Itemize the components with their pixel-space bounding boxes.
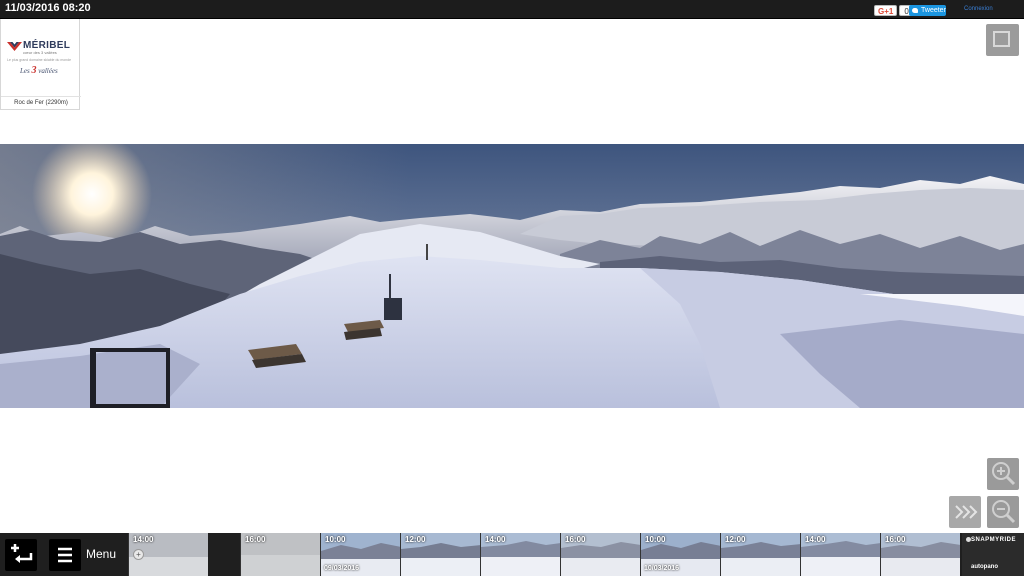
thumbnail-time: 14:00: [805, 535, 826, 544]
thumbnail-strip[interactable]: 14:00 16:00 10:00 09/03/2016 12:00 14:00…: [128, 533, 961, 576]
zoom-out-button[interactable]: [987, 496, 1019, 528]
thumbnail-time: 14:00: [133, 535, 154, 544]
menu-button[interactable]: [49, 539, 81, 571]
thumbnail-item[interactable]: 16:00: [240, 533, 320, 576]
three-valleys-number: 3: [31, 65, 37, 76]
thumbnail-time: 12:00: [405, 535, 426, 544]
top-bar: 11/03/2016 08:20 G+1 0 Tweeter Connexion: [0, 0, 1024, 19]
add-share-icon: [11, 544, 33, 563]
webcam-panorama[interactable]: [0, 144, 1024, 408]
twitter-bird-icon: [912, 8, 918, 13]
thumbnail-item[interactable]: 16:00: [560, 533, 640, 576]
zoom-in-icon: [992, 462, 1016, 486]
three-valleys-prefix: Les: [20, 67, 30, 75]
tweet-label: Tweeter: [921, 7, 946, 14]
thumbnail-time: 14:00: [485, 535, 506, 544]
thumbnail-time: 10:00: [325, 535, 346, 544]
google-plus-button[interactable]: G+1 0: [874, 5, 914, 16]
thumbnail-item[interactable]: 16:00: [880, 533, 960, 576]
meribel-logo-icon: [7, 42, 22, 51]
thumbnail-time: 16:00: [885, 535, 906, 544]
fullscreen-icon: [993, 31, 1010, 47]
add-share-button[interactable]: [5, 539, 37, 571]
thumbnail-item[interactable]: 14:00: [800, 533, 880, 576]
bottom-timeline-bar: Menu 14:00 16:00 10:00 09/03/2016 12:00 …: [0, 533, 1024, 576]
resort-tagline: Le plus grand domaine skiable du monde: [7, 58, 72, 62]
brand-bottom-label: autopano: [971, 564, 998, 570]
resort-logo-panel[interactable]: MÉRIBEL cœur des 3 vallées Le plus grand…: [0, 19, 81, 110]
hamburger-icon: [58, 547, 72, 563]
three-valleys-suffix: vallées: [38, 67, 58, 75]
login-link[interactable]: Connexion: [964, 6, 993, 12]
thumbnail-item[interactable]: 10:00 09/03/2016: [320, 533, 400, 576]
fast-forward-button[interactable]: [949, 496, 981, 528]
google-plus-label: G+1: [874, 5, 898, 16]
thumbnail-time: 10:00: [645, 535, 666, 544]
capture-datetime: 11/03/2016 08:20: [5, 2, 91, 14]
fullscreen-button[interactable]: [986, 24, 1019, 56]
thumbnail-time: 16:00: [565, 535, 586, 544]
thumbnail-date: 10/03/2016: [644, 565, 680, 572]
thumbnail-item[interactable]: 10:00 10/03/2016: [640, 533, 720, 576]
timeline-scroll-handle[interactable]: +: [133, 549, 144, 560]
brand-top-label: SNAPMYRIDE: [971, 537, 1017, 543]
three-valleys-logo: Les 3 vallées: [20, 65, 58, 76]
resort-subtitle: cœur des 3 vallées: [23, 50, 57, 55]
camera-location-label: Roc de Fer (2290m): [1, 96, 81, 106]
zoom-out-icon: [992, 500, 1016, 524]
fast-forward-icon: [955, 505, 978, 519]
thumbnail-item[interactable]: 12:00: [400, 533, 480, 576]
thumbnail-date: 09/03/2016: [324, 565, 360, 572]
thumbnail-item[interactable]: 12:00: [720, 533, 800, 576]
thumbnail-time: 12:00: [725, 535, 746, 544]
tweet-button[interactable]: Tweeter: [909, 5, 946, 16]
menu-label[interactable]: Menu: [86, 547, 116, 561]
thumbnail-time: 16:00: [245, 535, 266, 544]
zoom-in-button[interactable]: [987, 458, 1019, 490]
snapmyride-brand[interactable]: SNAPMYRIDE autopano: [962, 533, 1024, 576]
thumbnail-item[interactable]: 14:00: [480, 533, 560, 576]
